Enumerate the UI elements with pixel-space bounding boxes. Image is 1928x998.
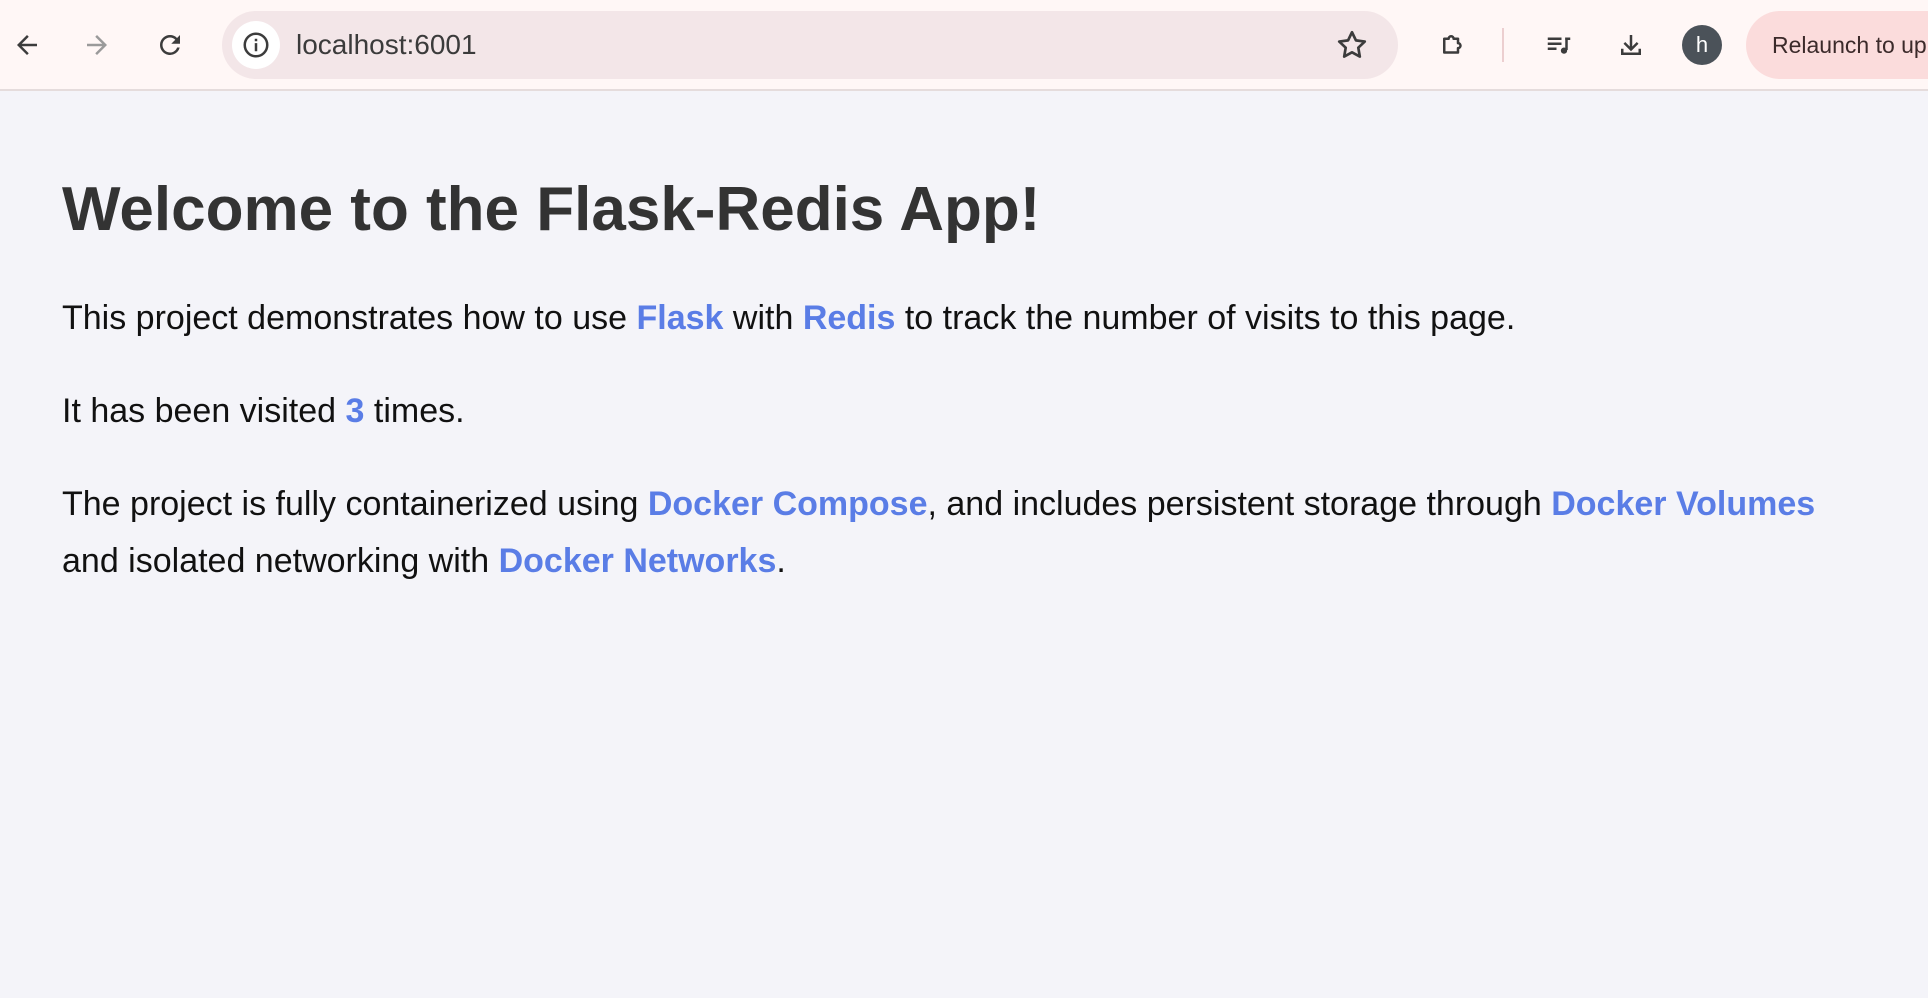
redis-highlight: Redis (802, 299, 896, 337)
docker-paragraph: The project is fully containerized using… (62, 476, 1928, 590)
visits-text-1: It has been visited (62, 392, 346, 430)
extensions-button[interactable] (1428, 20, 1478, 70)
intro-text-1: This project demonstrates how to use (62, 299, 637, 337)
profile-avatar[interactable]: h (1682, 25, 1722, 65)
forward-button[interactable] (72, 20, 122, 70)
extensions-icon (1443, 35, 1462, 54)
bookmark-star-icon[interactable] (1334, 27, 1370, 63)
visits-text-2: times. (364, 392, 465, 430)
page-content: Welcome to the Flask-Redis App! This pro… (62, 170, 1928, 590)
downloads-button[interactable] (1606, 20, 1656, 70)
back-icon (17, 35, 37, 55)
media-control-button[interactable] (1534, 20, 1584, 70)
site-info-button[interactable] (232, 21, 280, 69)
download-icon (1621, 35, 1641, 55)
visit-count-paragraph: It has been visited 3 times. (62, 383, 1928, 440)
browser-toolbar: localhost:6001 h Relaunch to up (0, 0, 1928, 91)
intro-text-3: to track the number of visits to this pa… (895, 299, 1516, 337)
docker-text-3: and isolated networking with (62, 542, 499, 580)
relaunch-button[interactable]: Relaunch to up (1746, 11, 1928, 79)
docker-text-4: . (776, 542, 786, 580)
docker-compose-highlight: Docker Compose (647, 485, 928, 523)
docker-networks-highlight: Docker Networks (498, 542, 777, 580)
back-button[interactable] (2, 20, 52, 70)
visit-count: 3 (345, 392, 365, 430)
page-title: Welcome to the Flask-Redis App! (62, 175, 1041, 244)
address-bar[interactable]: localhost:6001 (222, 11, 1398, 79)
reload-icon (160, 34, 180, 55)
docker-text-2: , and includes persistent storage throug… (927, 485, 1552, 523)
url-text[interactable]: localhost:6001 (296, 28, 477, 62)
toolbar-divider (1502, 28, 1504, 62)
media-control-icon (1547, 37, 1571, 54)
intro-paragraph: This project demonstrates how to use Fla… (62, 290, 1928, 347)
site-info-icon (243, 32, 269, 58)
reload-button[interactable] (145, 20, 195, 70)
docker-text-1: The project is fully containerized using (62, 485, 648, 523)
intro-text-2: with (723, 299, 803, 337)
docker-volumes-highlight: Docker Volumes (1551, 485, 1816, 523)
flask-highlight: Flask (636, 299, 724, 337)
forward-icon (87, 35, 107, 55)
